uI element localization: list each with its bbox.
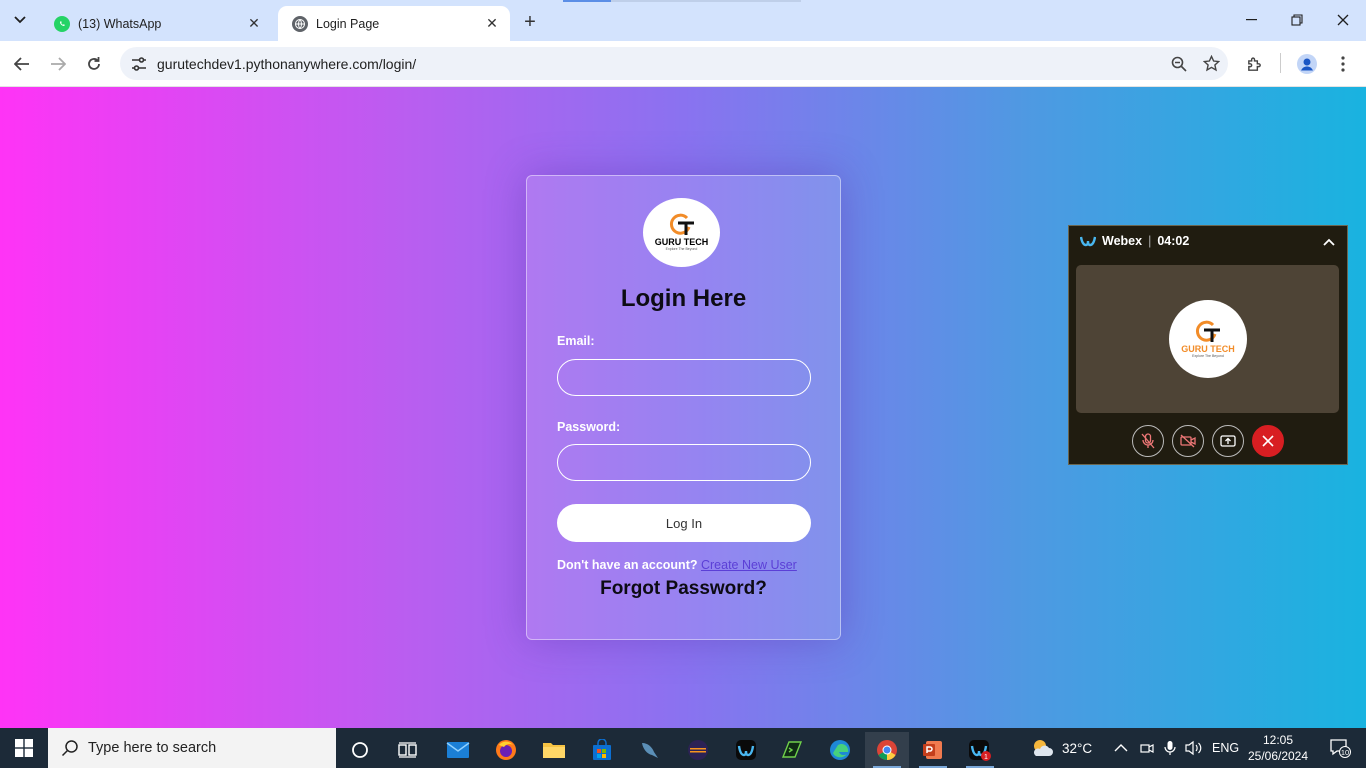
webex-call-window[interactable]: Webex | 04:02 GURU TECH Explore The Beyo… — [1068, 225, 1348, 465]
firefox-icon[interactable] — [484, 732, 528, 768]
reload-icon[interactable] — [81, 51, 107, 77]
create-new-user-link[interactable]: Create New User — [701, 558, 797, 572]
tab-login-page[interactable]: Login Page ✕ — [278, 6, 510, 41]
new-tab-plus-icon[interactable]: + — [518, 10, 542, 34]
task-view-icon[interactable] — [386, 732, 430, 768]
email-field[interactable] — [557, 359, 811, 396]
notification-center-icon[interactable]: 10 — [1320, 728, 1360, 768]
restore-window-icon[interactable] — [1274, 6, 1320, 34]
stop-video-button[interactable] — [1172, 425, 1204, 457]
search-icon — [60, 738, 80, 758]
meet-now-icon[interactable] — [1140, 728, 1154, 768]
mysql-workbench-icon[interactable] — [628, 732, 672, 768]
login-card: GURU TECH Explore The Beyond Login Here … — [526, 175, 841, 640]
tab-whatsapp[interactable]: (13) WhatsApp ✕ — [40, 6, 272, 41]
show-hidden-icons-chevron-icon[interactable] — [1114, 728, 1128, 768]
logo-text: GURU TECH — [654, 237, 709, 247]
logo-tagline: Explore The Beyond — [665, 247, 698, 251]
password-field[interactable] — [557, 444, 811, 481]
tab-title: (13) WhatsApp — [78, 16, 162, 31]
url-text[interactable]: gurutechdev1.pythonanywhere.com/login/ — [157, 56, 1164, 72]
weather-partly-cloudy-icon — [1033, 740, 1053, 756]
language-text: ENG — [1212, 741, 1240, 755]
zoom-icon[interactable] — [1164, 49, 1194, 79]
close-window-icon[interactable] — [1320, 6, 1366, 34]
extensions-puzzle-icon[interactable] — [1241, 51, 1267, 77]
end-call-button[interactable] — [1252, 425, 1284, 457]
participant-avatar: GURU TECH Explore The Beyond — [1169, 300, 1247, 378]
whatsapp-icon — [54, 15, 70, 32]
webex-header[interactable]: Webex | 04:02 — [1069, 226, 1347, 256]
email-label: Email: — [557, 334, 595, 348]
mail-app-icon[interactable] — [436, 732, 480, 768]
gurutech-logo-mark-icon — [1195, 320, 1220, 342]
search-placeholder: Type here to search — [88, 740, 217, 756]
tab-title: Login Page — [316, 16, 380, 31]
login-button[interactable]: Log In — [557, 504, 811, 542]
taskbar-search-input[interactable]: Type here to search — [48, 728, 336, 768]
webex-meeting-icon[interactable]: 1 — [958, 732, 1002, 768]
avatar-tagline: Explore The Beyond — [1192, 353, 1224, 358]
close-tab-icon[interactable]: ✕ — [484, 15, 500, 32]
forward-arrow-icon[interactable] — [45, 51, 71, 77]
microphone-off-icon — [1141, 433, 1155, 449]
tab-group-indicator — [611, 0, 801, 2]
browser-tabstrip: (13) WhatsApp ✕ Login Page ✕ + — [0, 0, 1366, 41]
webex-app-icon[interactable] — [724, 732, 768, 768]
close-tab-icon[interactable]: ✕ — [246, 15, 262, 32]
gurutech-logo: GURU TECH Explore The Beyond — [643, 198, 720, 267]
bookmark-star-icon[interactable] — [1196, 49, 1226, 79]
tab-group-indicator — [563, 0, 611, 2]
microphone-icon[interactable] — [1164, 728, 1176, 768]
minimize-window-icon[interactable] — [1228, 6, 1274, 34]
powerpoint-icon[interactable] — [911, 732, 955, 768]
toolbar-divider — [1280, 53, 1281, 73]
profile-avatar-icon[interactable] — [1294, 51, 1320, 77]
clock-time: 12:05 — [1262, 733, 1294, 747]
webex-app-name: Webex — [1102, 234, 1143, 248]
windows-start-icon[interactable] — [0, 728, 48, 768]
signup-prompt-text: Don't have an account? — [557, 558, 698, 572]
back-arrow-icon[interactable] — [9, 51, 35, 77]
share-screen-icon — [1220, 435, 1236, 447]
volume-icon[interactable] — [1185, 728, 1203, 768]
chrome-icon[interactable] — [865, 732, 909, 768]
tab-search-icon[interactable] — [8, 8, 32, 32]
windows-taskbar: Type here to search 1 32°C ENG 12:05 25/… — [0, 728, 1366, 768]
forgot-password-link[interactable]: Forgot Password? — [527, 578, 840, 600]
browser-toolbar: gurutechdev1.pythonanywhere.com/login/ — [0, 41, 1366, 87]
close-icon — [1262, 435, 1274, 447]
weather-widget[interactable]: 32°C — [1030, 728, 1092, 768]
input-language-indicator[interactable]: ENG — [1212, 728, 1239, 768]
video-off-icon — [1180, 434, 1196, 448]
avatar-text: GURU TECH — [1181, 343, 1235, 354]
microsoft-store-icon[interactable] — [580, 732, 624, 768]
page-title: Login Here — [620, 285, 747, 312]
share-screen-button[interactable] — [1212, 425, 1244, 457]
globe-icon — [292, 15, 308, 32]
terminal-app-icon[interactable] — [770, 732, 814, 768]
gurutech-logo-mark-icon — [669, 213, 694, 235]
site-info-icon[interactable] — [128, 53, 150, 75]
mute-microphone-button[interactable] — [1132, 425, 1164, 457]
webex-logo-icon — [1080, 236, 1096, 247]
webex-badge-count: 1 — [984, 754, 988, 761]
address-bar[interactable]: gurutechdev1.pythonanywhere.com/login/ — [120, 47, 1228, 80]
webex-separator: | — [1148, 234, 1152, 248]
eclipse-icon[interactable] — [676, 732, 720, 768]
cortana-icon[interactable] — [338, 732, 382, 768]
edge-icon[interactable] — [818, 732, 862, 768]
file-explorer-icon[interactable] — [532, 732, 576, 768]
notification-count: 10 — [1341, 748, 1349, 757]
system-clock[interactable]: 12:05 25/06/2024 — [1240, 732, 1316, 764]
browser-menu-icon[interactable] — [1330, 51, 1356, 77]
weather-temperature: 32°C — [1062, 740, 1093, 756]
signup-prompt-line: Don't have an account? Create New User — [557, 558, 797, 572]
chevron-up-icon[interactable] — [1323, 233, 1335, 249]
password-label: Password: — [557, 420, 621, 434]
webex-call-timer: 04:02 — [1157, 234, 1190, 248]
clock-date: 25/06/2024 — [1247, 749, 1309, 763]
webex-video-stage: GURU TECH Explore The Beyond — [1076, 265, 1339, 413]
